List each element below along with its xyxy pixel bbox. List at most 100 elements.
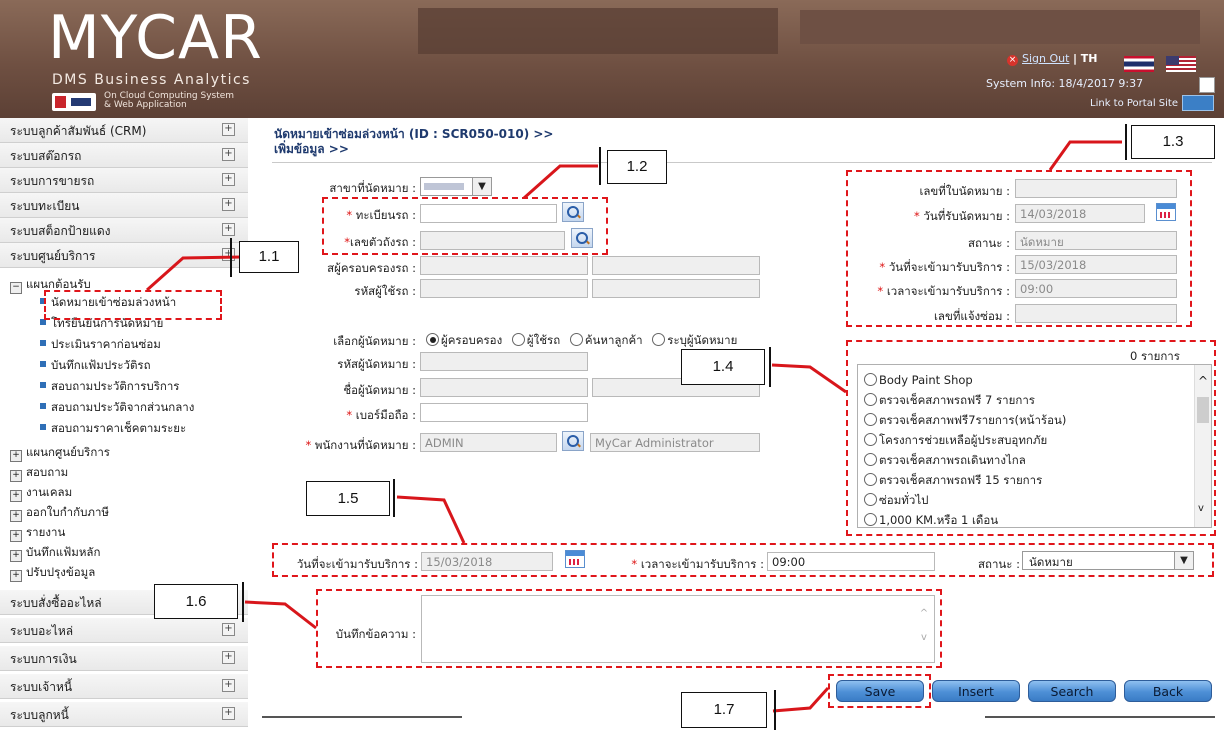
page-title: นัดหมายเข้าซ่อมล่วงหน้า (ID : SCR050-010… [274, 127, 553, 157]
branch-select[interactable]: ▼ [420, 177, 492, 196]
sidebar-item-label: ระบบลูกค้าสัมพันธ์ (CRM) [10, 124, 147, 138]
expand-icon[interactable]: + [222, 679, 235, 692]
owner-name-input[interactable] [592, 256, 760, 275]
sidebar-item-parts[interactable]: ระบบอะไหล่ + [0, 618, 248, 643]
appointer-code-input[interactable] [420, 352, 588, 371]
language-indicator: | TH [1072, 52, 1098, 65]
callout-1-6: 1.6 [154, 584, 238, 619]
back-button[interactable]: Back [1124, 680, 1212, 702]
tree-group[interactable]: + สอบถาม [10, 464, 68, 482]
branch-label: สาขาที่นัดหมาย : [329, 181, 416, 195]
expand-icon[interactable]: + [10, 530, 22, 542]
bullet-icon [40, 382, 46, 388]
tree-group-label: ปรับปรุงข้อมูล [26, 565, 96, 579]
radio-user[interactable] [511, 333, 525, 346]
sub-item-label: สอบถามราคาเช็คตามระยะ [51, 421, 187, 435]
footer-line [262, 716, 462, 718]
radio-search-customer[interactable] [569, 333, 583, 346]
app-logo-tagline: On Cloud Computing System & Web Applicat… [104, 92, 294, 110]
callout-1-5: 1.5 [306, 481, 390, 516]
sidebar-sub-item[interactable]: ประเมินราคาก่อนซ่อม [40, 336, 161, 354]
sign-out-link[interactable]: Sign Out [1022, 52, 1069, 65]
tree-group[interactable]: + ปรับปรุงข้อมูล [10, 564, 95, 582]
insert-button[interactable]: Insert [932, 680, 1020, 702]
sidebar-item-car-stock[interactable]: ระบบสต๊อกรถ + [0, 143, 248, 168]
footer-line [985, 716, 1215, 718]
sidebar-item-receivables[interactable]: ระบบลูกหนี้ + [0, 702, 248, 727]
sidebar-sub-item[interactable]: บันทึกแฟ้มประวัติรถ [40, 357, 151, 375]
sidebar-sub-item[interactable]: สอบถามราคาเช็คตามระยะ [40, 420, 186, 438]
expand-icon[interactable]: + [10, 510, 22, 522]
expand-icon[interactable]: + [222, 248, 235, 261]
expand-icon[interactable]: + [222, 707, 235, 720]
sidebar-item-registration[interactable]: ระบบทะเบียน + [0, 193, 248, 218]
sub-item-label: ประเมินราคาก่อนซ่อม [51, 337, 161, 351]
owner-code-label: สผู้ครอบครองรถ : [327, 261, 416, 275]
app-logo: MYCAR [48, 3, 263, 73]
staff-code-input[interactable]: ADMIN [420, 433, 557, 452]
sidebar-item-service-center[interactable]: ระบบศูนย์บริการ + [0, 243, 248, 268]
sidebar-item-label: ระบบสต๊อกรถ [10, 149, 82, 163]
sidebar-item-payables[interactable]: ระบบเจ้าหนี้ + [0, 674, 248, 699]
expand-icon[interactable]: + [222, 623, 235, 636]
bullet-icon [40, 361, 46, 367]
tree-group[interactable]: + ออกใบกำกับภาษี [10, 504, 109, 522]
close-icon: × [1007, 55, 1018, 66]
annotation-highlight-1-6 [316, 589, 942, 668]
expand-icon[interactable]: + [10, 550, 22, 562]
search-button[interactable]: Search [1028, 680, 1116, 702]
expand-icon[interactable]: + [222, 198, 235, 211]
expand-icon[interactable]: + [222, 148, 235, 161]
sidebar-sub-item[interactable]: สอบถามประวัติจากส่วนกลาง [40, 399, 194, 417]
thai-flag-icon[interactable] [1124, 56, 1154, 72]
sidebar-item-red-plate[interactable]: ระบบสต็อกป้ายแดง + [0, 218, 248, 243]
tree-group[interactable]: + บันทึกแฟ้มหลัก [10, 544, 100, 562]
sidebar-item-label: ระบบอะไหล่ [10, 624, 74, 638]
expand-icon[interactable]: + [10, 570, 22, 582]
us-flag-icon[interactable] [1166, 56, 1196, 72]
sidebar-item-sales[interactable]: ระบบการขายรถ + [0, 168, 248, 193]
user-code-input[interactable] [420, 279, 588, 298]
callout-1-3: 1.3 [1131, 125, 1215, 159]
expand-icon[interactable]: + [222, 223, 235, 236]
portal-link[interactable]: Link to Portal Site [1090, 98, 1178, 109]
expand-icon[interactable]: + [10, 490, 22, 502]
expand-icon[interactable]: + [222, 123, 235, 136]
system-info-checkbox[interactable] [1199, 77, 1215, 93]
callout-1-1: 1.1 [239, 241, 299, 273]
expand-icon[interactable]: + [222, 173, 235, 186]
sidebar-item-label: ระบบการขายรถ [10, 174, 95, 188]
sidebar-sub-item[interactable]: สอบถามประวัติการบริการ [40, 378, 179, 396]
appointer-name-input[interactable] [420, 378, 588, 397]
sub-item-label: บันทึกแฟ้มประวัติรถ [51, 358, 151, 372]
staff-name-input[interactable]: MyCar Administrator [590, 433, 760, 452]
tagline-line-2: & Web Application [104, 100, 187, 110]
sidebar-item-label: ระบบสต็อกป้ายแดง [10, 224, 111, 238]
sub-item-label: สอบถามประวัติจากส่วนกลาง [51, 400, 195, 414]
tree-group[interactable]: + รายงาน [10, 524, 65, 542]
tree-group[interactable]: + แผนกศูนย์บริการ [10, 444, 110, 462]
page-title-line-2: เพิ่มข้อมูล >> [274, 142, 349, 156]
expand-icon[interactable]: + [10, 470, 22, 482]
expand-icon[interactable]: + [222, 651, 235, 664]
sidebar-item-finance[interactable]: ระบบการเงิน + [0, 646, 248, 671]
radio-owner[interactable] [426, 333, 439, 346]
radio-user-label: ผู้ใช้รถ [526, 333, 561, 347]
sidebar-item-crm[interactable]: ระบบลูกค้าสัมพันธ์ (CRM) + [0, 118, 248, 143]
radio-search-label: ค้นหาลูกค้า [584, 333, 643, 347]
chevron-down-icon[interactable]: ▼ [472, 178, 491, 195]
sidebar-item-label: ระบบศูนย์บริการ [10, 249, 96, 263]
tree-group-label: แผนกศูนย์บริการ [26, 445, 110, 459]
staff-search-button[interactable] [562, 431, 584, 451]
choose-label: เลือกผู้นัดหมาย : [333, 334, 416, 348]
owner-code-input[interactable] [420, 256, 588, 275]
expand-icon[interactable]: + [10, 450, 22, 462]
radio-specify[interactable] [652, 333, 666, 346]
sidebar-item-label: ระบบการเงิน [10, 652, 77, 666]
collapse-icon[interactable]: − [10, 282, 22, 294]
tree-group[interactable]: + งานเคลม [10, 484, 72, 502]
mobile-input[interactable] [420, 403, 588, 422]
portal-button[interactable] [1182, 95, 1214, 111]
user-name-input[interactable] [592, 279, 760, 298]
appointer-name-label: ชื่อผู้นัดหมาย : [343, 383, 416, 397]
